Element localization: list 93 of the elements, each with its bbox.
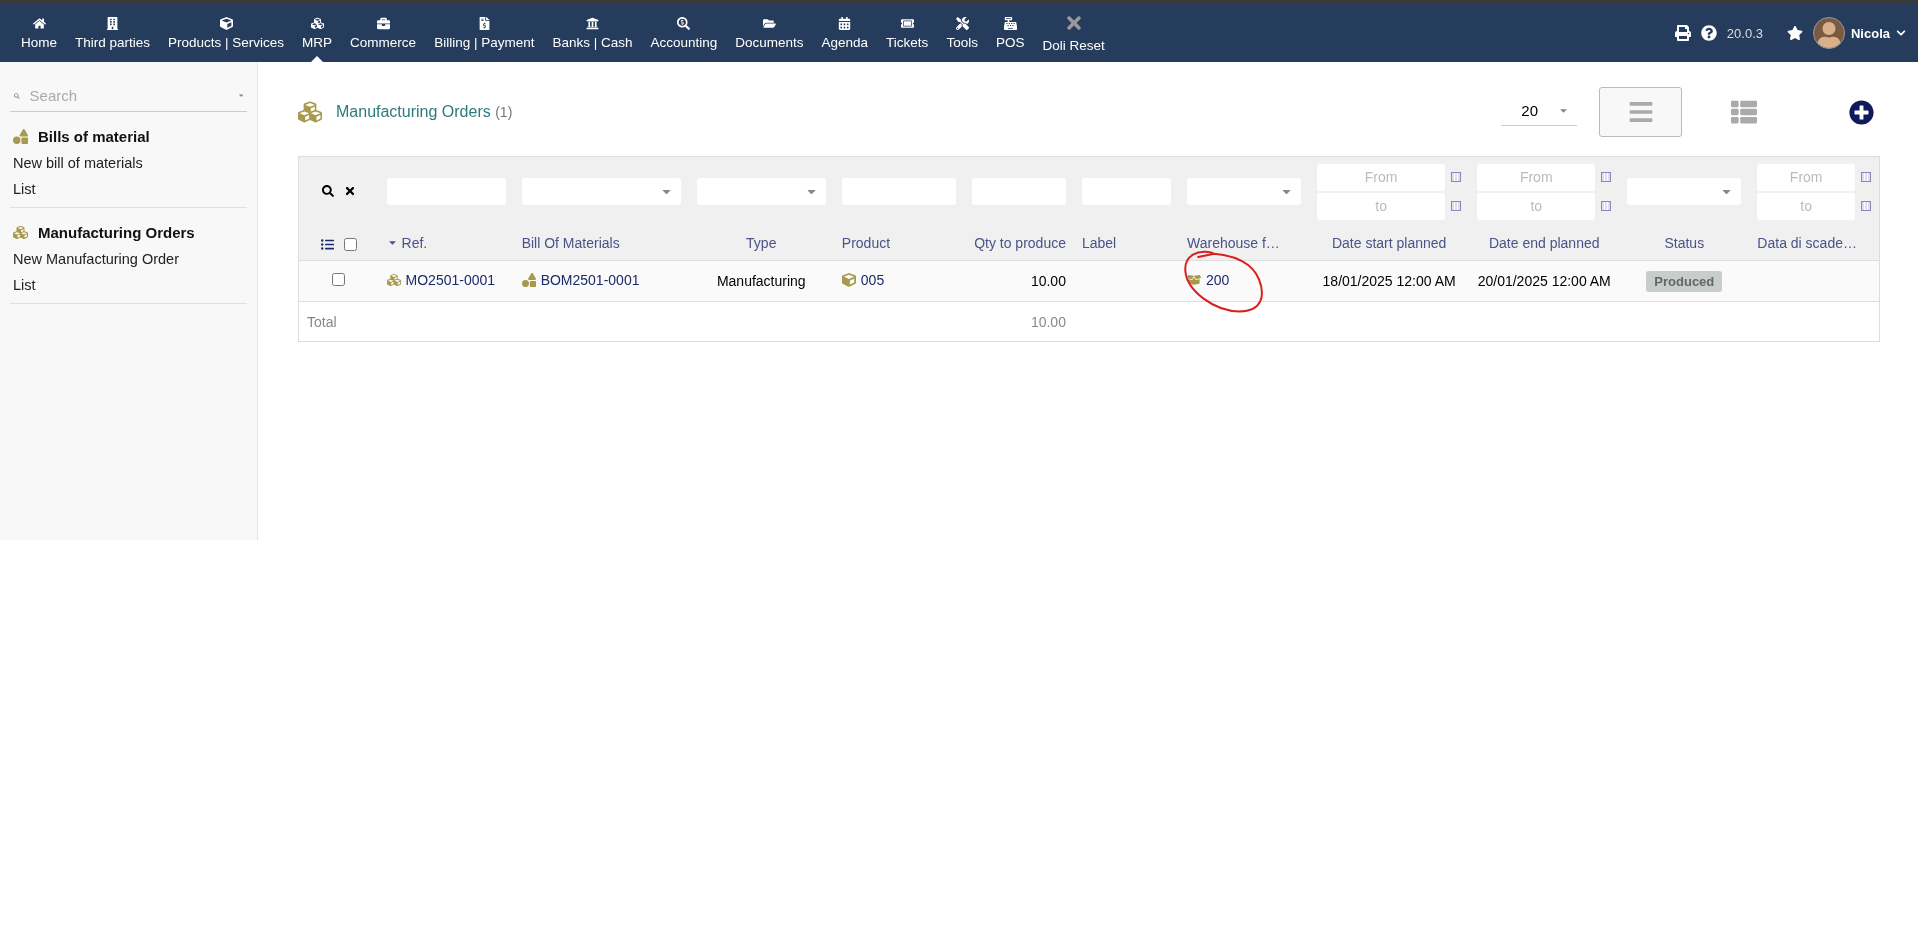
table-cell: 20/01/2025 12:00 AM	[1477, 273, 1611, 289]
chevron-icon	[1896, 28, 1906, 38]
cash-register-icon	[1003, 16, 1017, 30]
total-label: Total	[307, 313, 337, 330]
column-header[interactable]: Status	[1664, 235, 1705, 252]
folder-icon	[762, 16, 776, 30]
menu-tab[interactable]: Products | Services	[159, 4, 294, 62]
section-title[interactable]: Manufacturing Orders	[13, 224, 244, 241]
date-from-field[interactable]: From	[1317, 163, 1446, 191]
page-title: Manufacturing Orders (1)	[336, 103, 513, 121]
checkbox[interactable]	[332, 273, 346, 286]
column-header[interactable]: Product	[841, 235, 891, 252]
order-link[interactable]: MO2501-0001	[386, 272, 496, 288]
ticket-icon	[900, 16, 914, 30]
calendar-icon[interactable]	[1861, 201, 1871, 212]
cubes-icon	[13, 225, 28, 240]
view-mode-button[interactable]	[1599, 87, 1682, 137]
column-header[interactable]: Ref.	[386, 235, 428, 252]
sidebar-link[interactable]: List	[13, 181, 244, 197]
menu-tab[interactable]: Billing | Payment	[425, 4, 544, 62]
menu-tab[interactable]: Tickets	[877, 4, 938, 62]
warehouse-link[interactable]: 200	[1187, 272, 1230, 288]
menu-tab[interactable]: MRP	[293, 4, 342, 62]
column-header[interactable]: Warehouse f…	[1187, 235, 1280, 252]
avatar-icon	[1813, 17, 1845, 49]
page-size-select[interactable]: 20	[1501, 98, 1577, 126]
box-icon	[1187, 273, 1201, 287]
menu-tab[interactable]: Documents	[726, 4, 813, 62]
shapes-icon	[13, 129, 28, 144]
menu-tab[interactable]: Tools	[937, 4, 987, 62]
column-header[interactable]: Type	[746, 235, 777, 252]
menu-tab[interactable]: Doli Reset	[1033, 4, 1114, 62]
bank-icon	[585, 16, 599, 30]
plus-icon	[1849, 99, 1874, 125]
table-cell: 18/01/2025 12:00 AM	[1322, 273, 1456, 289]
calendar-icon[interactable]	[1601, 201, 1612, 212]
product-link[interactable]: 005	[841, 272, 885, 288]
date-to-field[interactable]: to	[1317, 192, 1446, 220]
building-icon	[106, 16, 120, 30]
menu-tab[interactable]: Third parties	[66, 4, 160, 62]
sidebar-link[interactable]: List	[13, 277, 244, 293]
search-icon[interactable]	[321, 184, 334, 197]
star-icon[interactable]	[1787, 25, 1803, 41]
calendar-icon[interactable]	[1451, 201, 1462, 212]
calendar-icon[interactable]	[1861, 172, 1871, 183]
calendar-icon	[838, 16, 852, 30]
tools-icon	[955, 16, 969, 30]
list-icon	[1627, 99, 1654, 125]
grid-list-icon	[1730, 99, 1757, 125]
shapes-icon	[521, 273, 536, 287]
briefcase-icon	[376, 16, 390, 30]
home-icon	[32, 16, 46, 30]
bom-link[interactable]: BOM2501-0001	[521, 272, 640, 288]
cubes-icon	[310, 16, 324, 30]
date-from-field[interactable]: From	[1477, 163, 1596, 191]
date-to-field[interactable]: to	[1477, 192, 1596, 220]
status-badge: Produced	[1646, 271, 1723, 292]
version-text: 20.0.3	[1726, 25, 1763, 41]
menu-tab[interactable]: POS	[986, 4, 1034, 62]
help-icon[interactable]	[1700, 25, 1717, 41]
menu-tab[interactable]: Commerce	[341, 4, 426, 62]
date-from-field[interactable]: From	[1757, 163, 1855, 191]
user-menu[interactable]: Nicola	[1813, 17, 1906, 49]
calendar-icon[interactable]	[1451, 172, 1462, 183]
menu-tab[interactable]: Agenda	[812, 4, 878, 62]
column-header[interactable]: Label	[1081, 235, 1117, 252]
sidebar-link[interactable]: New bill of materials	[13, 155, 244, 171]
column-header[interactable]: Date start planned	[1331, 235, 1447, 252]
menu-tab[interactable]: Home	[12, 4, 66, 62]
column-header[interactable]: Date end planned	[1488, 235, 1600, 252]
close-icon[interactable]	[343, 184, 356, 197]
cube-icon	[219, 16, 233, 30]
column-header[interactable]: Bill Of Materials	[521, 235, 620, 252]
calendar-icon[interactable]	[1601, 172, 1612, 183]
list-icon[interactable]	[320, 238, 334, 252]
search-field[interactable]: Search	[27, 86, 231, 105]
magnifier-icon	[677, 16, 691, 30]
menu-tab[interactable]: Banks | Cash	[543, 4, 642, 62]
print-icon[interactable]	[1674, 25, 1691, 41]
column-header[interactable]: Qty to produce	[974, 235, 1066, 252]
cube-icon	[841, 273, 856, 287]
column-header[interactable]: Data di scade…	[1757, 235, 1857, 252]
checkbox[interactable]	[343, 238, 357, 252]
menu-tab[interactable]: Accounting	[641, 4, 727, 62]
table-cell: 10.00	[1030, 273, 1066, 289]
cubes-icon	[386, 273, 401, 287]
total-value: 10.00	[1030, 313, 1066, 330]
sidebar-link[interactable]: New Manufacturing Order	[13, 251, 244, 267]
date-to-field[interactable]: to	[1757, 192, 1855, 220]
cubes-icon	[298, 100, 322, 124]
invoice-icon	[477, 16, 491, 30]
section-title[interactable]: Bills of material	[13, 128, 244, 145]
table-cell: Manufacturing	[716, 273, 806, 289]
